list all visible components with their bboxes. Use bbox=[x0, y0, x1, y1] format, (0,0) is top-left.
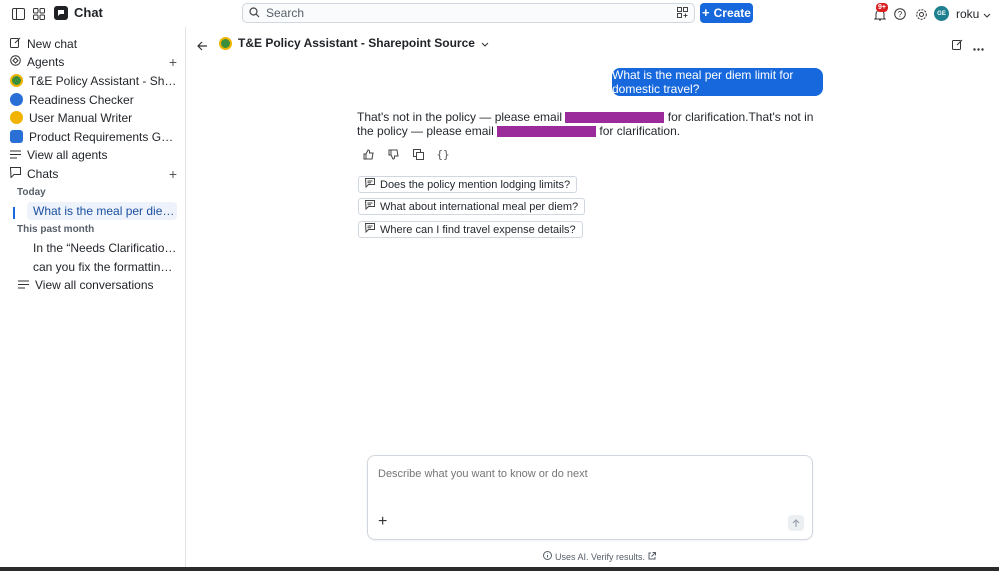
window-bottom-edge bbox=[0, 567, 999, 571]
search-icon bbox=[249, 6, 260, 21]
agents-section-header[interactable]: Agents + bbox=[10, 53, 177, 70]
agent-yellow-icon bbox=[10, 111, 23, 124]
chats-label: Chats bbox=[27, 166, 59, 181]
answer-text-part1: That's not in the policy — please email bbox=[357, 110, 563, 124]
redacted-email bbox=[497, 126, 597, 138]
new-chat-icon bbox=[10, 37, 21, 51]
back-arrow-icon[interactable] bbox=[197, 39, 208, 54]
suggestion-label: Where can I find travel expense details? bbox=[380, 223, 576, 236]
user-menu[interactable]: roku bbox=[956, 7, 991, 21]
view-all-agents-label: View all agents bbox=[27, 147, 108, 162]
copy-icon[interactable] bbox=[411, 147, 425, 161]
chat-bubble-icon bbox=[364, 178, 375, 191]
thumbs-up-icon[interactable] bbox=[361, 147, 375, 161]
view-all-conversations-link[interactable]: View all conversations bbox=[18, 276, 177, 293]
add-attachment-plus-icon[interactable]: + bbox=[378, 513, 387, 531]
help-icon[interactable]: ? bbox=[892, 6, 908, 22]
info-icon bbox=[543, 551, 552, 562]
agent-green-icon bbox=[10, 74, 23, 87]
agent-label: User Manual Writer bbox=[29, 110, 133, 125]
send-arrow-icon[interactable] bbox=[788, 515, 804, 531]
apps-grid-icon[interactable] bbox=[31, 6, 47, 22]
top-bar: Chat Search + Create 9+ ? GE roku bbox=[0, 0, 999, 27]
agent-label: Readiness Checker bbox=[29, 92, 134, 107]
app-title: Chat bbox=[74, 5, 103, 20]
braces-icon[interactable]: {} bbox=[436, 147, 450, 161]
create-button[interactable]: + Create bbox=[700, 3, 753, 23]
sidebar-toggle-icon[interactable] bbox=[10, 6, 26, 22]
user-message-text: What is the meal per diem limit for dome… bbox=[612, 68, 794, 96]
agent-green-icon bbox=[219, 36, 232, 50]
external-link-icon[interactable] bbox=[648, 551, 657, 562]
app-brand[interactable]: Chat bbox=[54, 5, 103, 20]
create-label: Create bbox=[713, 6, 751, 20]
chats-section-header[interactable]: Chats + bbox=[9, 165, 177, 182]
chevron-down-icon bbox=[983, 7, 991, 21]
chat-item-label: In the “Needs Clarification” section of … bbox=[33, 240, 177, 255]
chat-bubble-icon bbox=[364, 200, 375, 213]
chat-main: T&E Policy Assistant - Sharepoint Source… bbox=[187, 27, 999, 567]
list-icon bbox=[10, 148, 21, 162]
chat-header: T&E Policy Assistant - Sharepoint Source bbox=[187, 27, 999, 61]
answer-text-part3: for clarification. bbox=[599, 124, 681, 138]
add-agent-plus-icon[interactable]: + bbox=[169, 55, 177, 69]
agent-selector[interactable]: T&E Policy Assistant - Sharepoint Source bbox=[219, 36, 489, 50]
agent-title: T&E Policy Assistant - Sharepoint Source bbox=[238, 36, 475, 50]
suggestion-chip[interactable]: Does the policy mention lodging limits? bbox=[358, 176, 578, 193]
sidebar-agent-te-policy[interactable]: T&E Policy Assistant - Sharepoint Source bbox=[10, 72, 177, 89]
assistant-answer: That's not in the policy — please email … bbox=[357, 110, 831, 138]
agent-hexagon-icon bbox=[10, 130, 23, 143]
chat-bubble-icon bbox=[364, 223, 375, 236]
agents-icon bbox=[10, 54, 21, 69]
active-indicator bbox=[13, 207, 15, 219]
notification-badge: 9+ bbox=[876, 3, 888, 12]
sidebar: New chat Agents + T&E Policy Assistant -… bbox=[0, 27, 186, 571]
chat-logo-icon bbox=[54, 5, 68, 20]
view-all-agents-link[interactable]: View all agents bbox=[10, 146, 177, 163]
message-composer: + bbox=[367, 455, 813, 540]
suggestion-chip[interactable]: Where can I find travel expense details? bbox=[358, 221, 583, 238]
suggestion-label: Does the policy mention lodging limits? bbox=[380, 178, 571, 191]
chat-item-active[interactable]: What is the meal per diem limit for dome… bbox=[27, 202, 177, 220]
feedback-bar: {} bbox=[361, 147, 450, 161]
avatar[interactable]: GE bbox=[934, 6, 949, 21]
thumbs-down-icon[interactable] bbox=[386, 147, 400, 161]
chat-item-label: What is the meal per diem limit for dome… bbox=[33, 204, 177, 218]
new-chat-button[interactable]: New chat bbox=[10, 35, 177, 52]
message-input[interactable] bbox=[378, 468, 778, 480]
chat-item[interactable]: In the “Needs Clarification” section of … bbox=[33, 239, 177, 256]
chats-icon bbox=[9, 166, 21, 181]
settings-gear-icon[interactable] bbox=[913, 6, 929, 22]
chat-item[interactable]: can you fix the formatting on this docum… bbox=[33, 258, 177, 275]
sidebar-agent-product-requirements[interactable]: Product Requirements Guide bbox=[10, 128, 177, 145]
search-bar[interactable]: Search bbox=[242, 3, 695, 23]
username-label: roku bbox=[956, 7, 980, 21]
svg-text:?: ? bbox=[898, 10, 903, 19]
agent-label: T&E Policy Assistant - Sharepoint Source bbox=[29, 73, 177, 88]
sidebar-agent-user-manual-writer[interactable]: User Manual Writer bbox=[10, 109, 177, 126]
edit-icon[interactable] bbox=[952, 38, 963, 53]
search-input[interactable]: Search bbox=[266, 6, 671, 20]
sidebar-agent-readiness-checker[interactable]: Readiness Checker bbox=[10, 91, 177, 108]
redacted-email bbox=[565, 112, 665, 124]
list-icon bbox=[18, 278, 29, 292]
agent-label: Product Requirements Guide bbox=[29, 129, 177, 144]
past-month-group-label: This past month bbox=[17, 224, 95, 235]
chat-item-label: can you fix the formatting on this docum… bbox=[33, 259, 177, 274]
more-options-icon[interactable] bbox=[973, 39, 984, 54]
new-chat-label: New chat bbox=[27, 36, 78, 51]
disclaimer-text: Uses AI. Verify results. bbox=[555, 551, 646, 562]
view-all-conversations-label: View all conversations bbox=[35, 277, 154, 292]
agents-label: Agents bbox=[27, 54, 65, 69]
plus-icon: + bbox=[702, 5, 710, 20]
ai-disclaimer: Uses AI. Verify results. bbox=[543, 551, 657, 562]
today-group-label: Today bbox=[17, 187, 46, 198]
filter-grid-icon[interactable] bbox=[677, 6, 688, 21]
chevron-down-icon bbox=[481, 36, 489, 50]
suggestion-label: What about international meal per diem? bbox=[380, 200, 579, 213]
agent-blue-icon bbox=[10, 93, 23, 106]
add-chat-plus-icon[interactable]: + bbox=[169, 167, 177, 181]
suggestion-chip[interactable]: What about international meal per diem? bbox=[358, 198, 586, 215]
user-message-bubble: What is the meal per diem limit for dome… bbox=[612, 68, 823, 96]
